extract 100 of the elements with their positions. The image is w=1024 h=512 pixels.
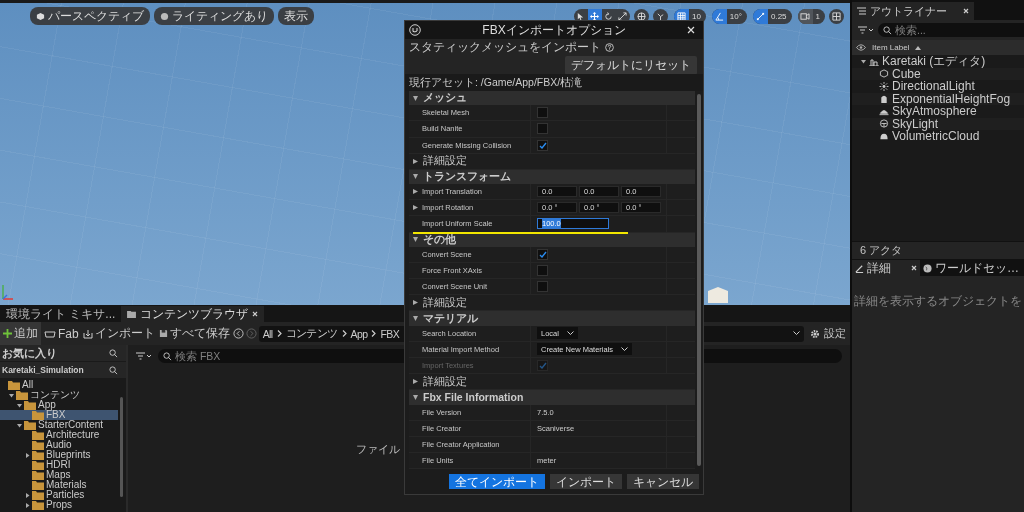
back-icon[interactable]	[232, 328, 244, 339]
folder-tree-item[interactable]: コンテンツ	[0, 390, 118, 400]
panel-tab[interactable]: 詳細	[852, 260, 920, 276]
checkbox[interactable]	[537, 139, 548, 151]
eye-icon[interactable]	[856, 44, 866, 51]
sort-up-icon[interactable]	[915, 45, 922, 50]
toolbar-button[interactable]: インポート	[81, 323, 156, 344]
outliner-item[interactable]: SkyAtmosphere	[852, 105, 1024, 118]
checkbox[interactable]	[537, 281, 548, 293]
outliner-item[interactable]: VolumetricCloud	[852, 130, 1024, 143]
viewport-menu-button[interactable]: 表示	[278, 7, 314, 25]
close-icon[interactable]	[963, 8, 969, 14]
filter-icon[interactable]	[858, 26, 874, 34]
outliner-item[interactable]: SkyLight	[852, 117, 1024, 130]
project-header[interactable]: Karetaki_Simulation	[0, 362, 126, 378]
search-field[interactable]: 検索...	[878, 23, 1024, 37]
panel-tab[interactable]: 環境ライト ミキサ...	[0, 306, 122, 322]
folder-tree-item[interactable]: App	[0, 400, 118, 410]
section-header[interactable]: マテリアル	[409, 311, 695, 326]
expander-arrow-icon[interactable]	[16, 402, 22, 408]
close-icon[interactable]	[911, 265, 917, 271]
advanced-settings-expander[interactable]: 詳細設定	[409, 374, 695, 390]
toolbar-button[interactable]: 追加	[0, 322, 41, 345]
checkbox[interactable]	[537, 107, 548, 119]
snap-toggle-button[interactable]	[711, 8, 727, 24]
folder-tree-item[interactable]: Maps	[0, 470, 118, 480]
fab-icon	[44, 329, 56, 338]
panel-tab[interactable]: コンテンツブラウザ	[121, 306, 265, 322]
expander-arrow-icon[interactable]	[413, 189, 418, 195]
outliner-item[interactable]: DirectionalLight	[852, 80, 1024, 93]
settings-button[interactable]: 設定	[806, 326, 846, 341]
globe-icon	[923, 263, 932, 273]
folder-tree-item[interactable]: Particles	[0, 490, 118, 500]
folder-tree-item[interactable]: All	[0, 380, 118, 390]
folder-tree-item[interactable]: Audio	[0, 440, 118, 450]
checkbox[interactable]	[537, 248, 548, 260]
breadcrumb-link[interactable]: App	[350, 327, 368, 340]
section-header[interactable]: メッシュ	[409, 91, 695, 106]
snap-toggle[interactable]: 0.25	[752, 8, 792, 24]
favorites-header[interactable]: お気に入り	[0, 345, 126, 361]
folder-tree-item[interactable]: FBX	[0, 410, 118, 420]
caret-down-icon[interactable]	[793, 331, 800, 336]
folder-icon	[32, 480, 44, 490]
chevron-right-icon	[276, 330, 282, 337]
folder-icon	[32, 440, 44, 450]
outliner-item[interactable]: Karetaki (エディタ)	[852, 55, 1024, 68]
snap-toggle[interactable]: 10°	[711, 8, 747, 24]
breadcrumb-link[interactable]: コンテンツ	[285, 326, 338, 341]
folder-tree-item[interactable]: Architecture	[0, 430, 118, 440]
expander-arrow-icon[interactable]	[24, 502, 30, 508]
search-icon[interactable]	[109, 365, 118, 375]
checkbox[interactable]	[537, 265, 548, 277]
outliner-item[interactable]: Cube	[852, 67, 1024, 80]
close-icon[interactable]	[252, 311, 259, 317]
help-icon[interactable]	[605, 43, 614, 52]
panel-tab[interactable]: ワールドセッ…	[920, 260, 1022, 276]
toolbar-button[interactable]: すべて保存	[157, 323, 231, 344]
folder-tree-item[interactable]: Props	[0, 500, 118, 510]
checkbox[interactable]	[537, 123, 548, 135]
dialog-button[interactable]: 全てインポート	[449, 474, 545, 489]
filter-icon[interactable]	[136, 352, 152, 360]
expander-arrow-icon[interactable]	[24, 452, 30, 458]
expander-arrow-icon[interactable]	[24, 492, 30, 498]
expander-arrow-icon[interactable]	[8, 392, 14, 398]
snap-toggle[interactable]: 1	[797, 8, 825, 24]
globe-icon	[636, 11, 646, 21]
folder-icon	[32, 500, 44, 510]
viewport-menu-button[interactable]: パースペクティブ	[30, 7, 150, 25]
outliner-tab[interactable]: アウトライナー	[852, 2, 974, 20]
caret-down-icon	[566, 330, 574, 336]
expander-arrow-icon[interactable]	[413, 205, 418, 211]
folder-icon	[32, 430, 44, 440]
snap-toggle-button[interactable]	[752, 8, 768, 24]
breadcrumb-link[interactable]: FBX	[380, 327, 400, 340]
folder-tree-item[interactable]: Blueprints	[0, 450, 118, 460]
section-header[interactable]: Fbx File Information	[409, 390, 695, 405]
expander-arrow-icon[interactable]	[16, 422, 22, 428]
folder-tree-item[interactable]: HDRI	[0, 460, 118, 470]
advanced-settings-expander[interactable]: 詳細設定	[409, 153, 695, 169]
scale-icon	[755, 11, 765, 21]
snap-toggle-button[interactable]	[797, 8, 813, 24]
folder-icon	[32, 450, 44, 460]
gear-icon	[810, 328, 820, 339]
expander-arrow-icon[interactable]	[860, 58, 866, 64]
column-header[interactable]: Item Label	[872, 43, 910, 52]
dialog-button[interactable]: インポート	[550, 474, 622, 489]
outliner-item[interactable]: ExponentialHeightFog	[852, 92, 1024, 105]
folder-icon	[32, 490, 44, 500]
folder-tree-item[interactable]: StarterContent	[0, 420, 118, 430]
scrollbar[interactable]	[697, 94, 701, 466]
search-icon[interactable]	[109, 348, 118, 358]
dialog-button[interactable]: キャンセル	[627, 474, 699, 489]
close-icon[interactable]	[687, 26, 695, 34]
advanced-settings-expander[interactable]: 詳細設定	[409, 295, 695, 311]
folder-tree-item[interactable]: Materials	[0, 480, 118, 490]
breadcrumb-link[interactable]: All	[262, 327, 273, 340]
toolbar-button[interactable]: Fab	[43, 324, 80, 343]
layout-button[interactable]	[829, 8, 844, 24]
actor-count: 6 アクタ	[852, 241, 1024, 259]
viewport-menu-button[interactable]: ライティングあり	[154, 7, 274, 25]
